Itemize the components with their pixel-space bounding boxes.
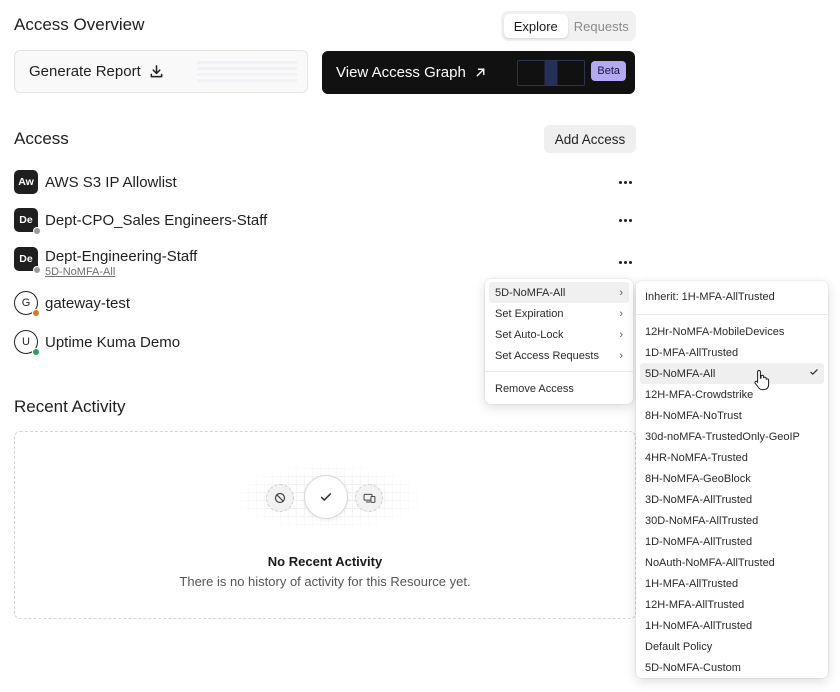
add-access-button[interactable]: Add Access (544, 125, 636, 153)
policy-option-label: 5D-NoMFA-All (645, 367, 716, 380)
access-name: AWS S3 IP Allowlist (45, 173, 177, 191)
policy-option-label: NoAuth-NoMFA-AllTrusted (645, 556, 775, 569)
check-icon (304, 475, 348, 519)
more-horizontal-icon[interactable] (618, 213, 632, 227)
check-icon (809, 367, 819, 380)
policy-option-label: 8H-NoMFA-NoTrust (645, 409, 742, 422)
access-row[interactable]: De Dept-CPO_Sales Engineers-Staff (14, 205, 636, 235)
chevron-right-icon: › (619, 286, 623, 299)
menu-item-set-auto-lock[interactable]: Set Auto-Lock › (489, 324, 629, 345)
avatar: Aw (14, 170, 38, 194)
policy-option[interactable]: 1H-NoMFA-AllTrusted (640, 615, 824, 636)
policy-options-list: 12Hr-NoMFA-MobileDevices 1D-MFA-AllTruste… (636, 321, 828, 678)
policy-option-label: 1H-NoMFA-AllTrusted (645, 619, 753, 632)
policy-option-label: Default Policy (645, 640, 713, 653)
policy-option-label: 1D-MFA-AllTrusted (645, 346, 739, 359)
policy-option-label: 30D-NoMFA-AllTrusted (645, 514, 759, 527)
policy-option[interactable]: 8H-NoMFA-GeoBlock (640, 468, 824, 489)
policy-option[interactable]: 3D-NoMFA-AllTrusted (640, 489, 824, 510)
view-toggle: Explore Requests (501, 11, 636, 41)
recent-activity-title: Recent Activity (14, 397, 126, 416)
policy-option-label: 8H-NoMFA-GeoBlock (645, 472, 751, 485)
generate-report-label: Generate Report (29, 63, 141, 80)
activity-empty-state: No Recent Activity There is no history o… (14, 431, 636, 619)
policy-option[interactable]: NoAuth-NoMFA-AllTrusted (640, 552, 824, 573)
policy-option[interactable]: 12Hr-NoMFA-MobileDevices (640, 321, 824, 342)
tab-requests[interactable]: Requests (570, 14, 634, 38)
chevron-right-icon: › (619, 307, 623, 320)
access-section-title: Access (14, 129, 69, 148)
hand-pointer-icon (754, 369, 770, 396)
avatar: De (14, 208, 41, 235)
policy-option-label: 1D-NoMFA-AllTrusted (645, 535, 753, 548)
policy-option[interactable]: 30D-NoMFA-AllTrusted (640, 510, 824, 531)
policy-option[interactable]: 30d-noMFA-TrustedOnly-GeoIP (640, 426, 824, 447)
policy-option[interactable]: Default Policy (640, 636, 824, 657)
policy-option-label: 4HR-NoMFA-Trusted (645, 451, 748, 464)
status-badge (33, 266, 41, 274)
page-title: Access Overview (14, 15, 145, 34)
ban-icon (266, 484, 294, 512)
view-access-graph-button[interactable]: View Access Graph Beta (322, 51, 635, 94)
menu-item-remove-access[interactable]: Remove Access (489, 378, 629, 399)
menu-divider (485, 371, 633, 372)
status-badge (32, 309, 40, 317)
devices-icon (355, 484, 383, 512)
menu-item-set-access-requests[interactable]: Set Access Requests › (489, 345, 629, 366)
access-name: gateway-test (45, 294, 131, 312)
tab-explore[interactable]: Explore (504, 14, 568, 38)
graph-decoration (517, 60, 585, 86)
policy-option[interactable]: 8H-NoMFA-NoTrust (640, 405, 824, 426)
menu-item-set-expiration[interactable]: Set Expiration › (489, 303, 629, 324)
policy-submenu: Inherit: 1H-MFA-AllTrusted 12Hr-NoMFA-Mo… (636, 281, 828, 678)
policy-option[interactable]: 1D-NoMFA-AllTrusted (640, 531, 824, 552)
avatar: U (14, 330, 40, 356)
avatar: De (14, 247, 41, 274)
access-row[interactable]: De Dept-Engineering-Staff 5D-NoMFA-All (14, 244, 636, 278)
policy-option-label: 12H-MFA-AllTrusted (645, 598, 745, 611)
policy-option-label: 12Hr-NoMFA-MobileDevices (645, 325, 785, 338)
policy-option-label: 30d-noMFA-TrustedOnly-GeoIP (645, 430, 800, 443)
empty-state-title: No Recent Activity (267, 554, 383, 569)
arrow-up-right-icon (474, 66, 487, 79)
policy-option-label: 12H-MFA-Crowdstrike (645, 388, 754, 401)
menu-divider (636, 314, 828, 315)
policy-option[interactable]: 1H-MFA-AllTrusted (640, 573, 824, 594)
generate-report-button[interactable]: Generate Report (14, 50, 308, 93)
policy-option[interactable]: 4HR-NoMFA-Trusted (640, 447, 824, 468)
policy-option[interactable]: 5D-NoMFA-All (640, 363, 824, 384)
access-name: Dept-Engineering-Staff (45, 247, 198, 265)
policy-option[interactable]: 12H-MFA-Crowdstrike (640, 384, 824, 405)
access-row[interactable]: Aw AWS S3 IP Allowlist (14, 167, 636, 197)
avatar: G (14, 291, 40, 317)
status-badge (32, 348, 40, 356)
empty-state-subtitle: There is no history of activity for this… (179, 574, 471, 589)
report-decoration (197, 61, 297, 85)
policy-option[interactable]: 5D-NoMFA-Custom (640, 657, 824, 678)
menu-item-policy[interactable]: 5D-NoMFA-All › (489, 282, 629, 303)
beta-badge: Beta (591, 61, 626, 81)
policy-link[interactable]: 5D-NoMFA-All (45, 266, 115, 278)
more-horizontal-icon[interactable] (618, 255, 632, 269)
policy-option-label: 5D-NoMFA-Custom (645, 661, 741, 674)
chevron-right-icon: › (619, 328, 623, 341)
access-context-menu: 5D-NoMFA-All › Set Expiration › Set Auto-L… (485, 279, 633, 404)
chevron-right-icon: › (619, 349, 623, 362)
policy-option-label: 3D-NoMFA-AllTrusted (645, 493, 753, 506)
policy-option-inherit[interactable]: Inherit: 1H-MFA-AllTrusted (640, 286, 824, 307)
policy-option-label: 1H-MFA-AllTrusted (645, 577, 739, 590)
status-badge (33, 227, 41, 235)
access-name: Uptime Kuma Demo (45, 333, 181, 351)
more-horizontal-icon[interactable] (618, 175, 632, 189)
download-icon (149, 64, 164, 79)
policy-option[interactable]: 12H-MFA-AllTrusted (640, 594, 824, 615)
policy-option[interactable]: 1D-MFA-AllTrusted (640, 342, 824, 363)
view-graph-label: View Access Graph (336, 64, 466, 81)
access-name: Dept-CPO_Sales Engineers-Staff (45, 211, 268, 229)
